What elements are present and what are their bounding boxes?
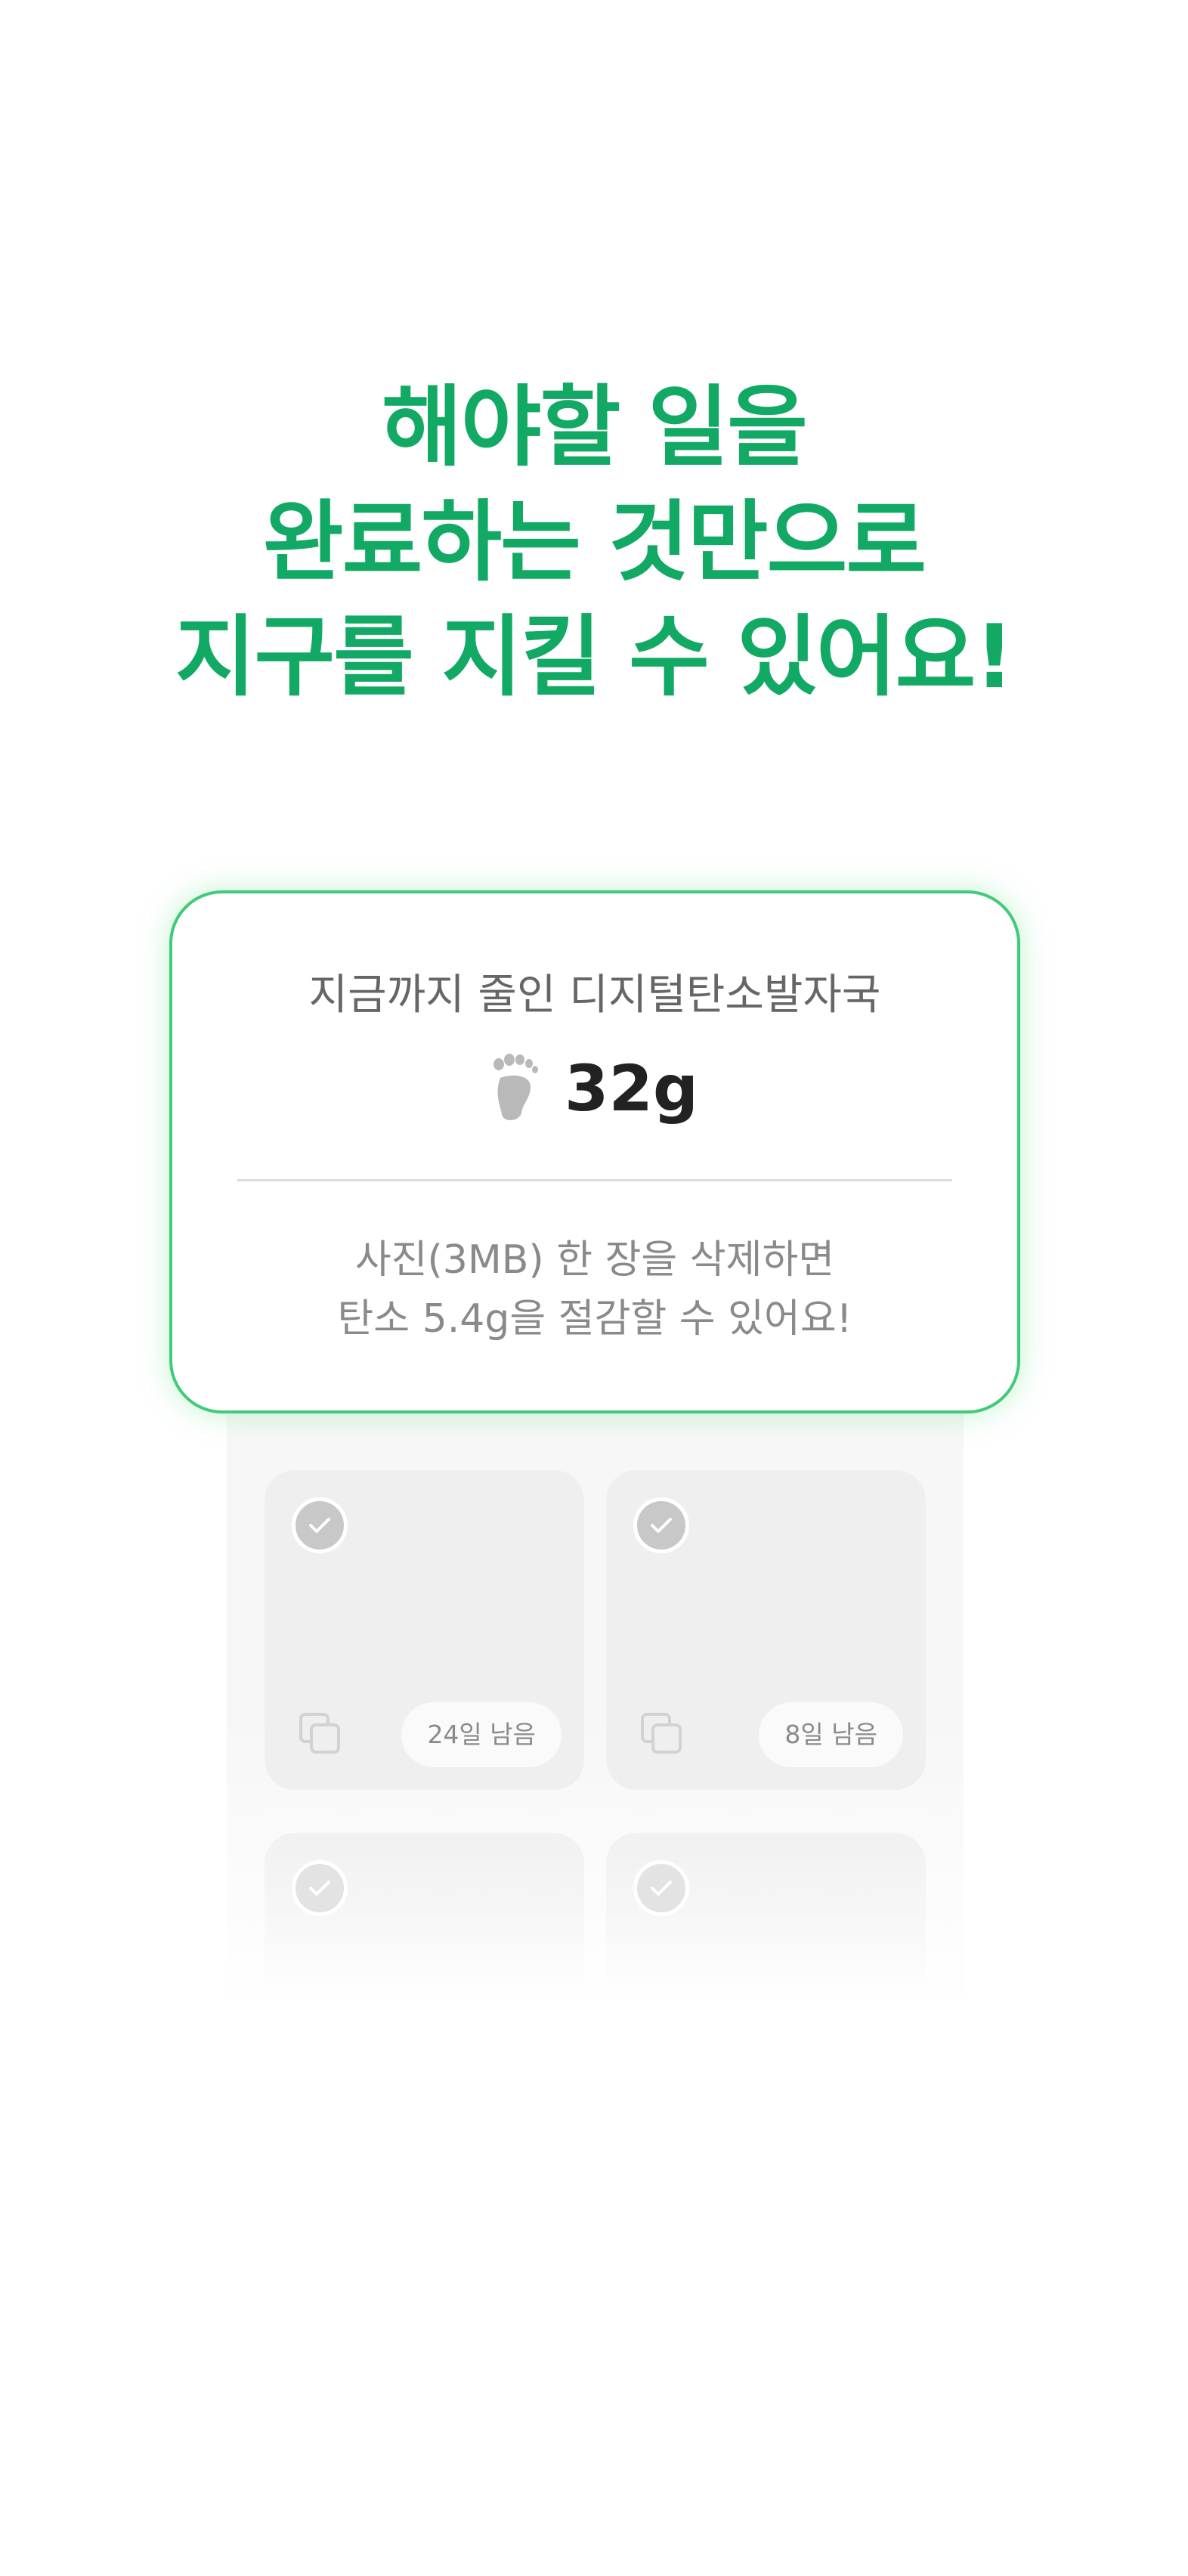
check-circle-icon[interactable] <box>633 1497 689 1553</box>
headline-line-1: 해야할 일을 <box>382 376 808 478</box>
copy-stack-icon <box>641 1713 682 1754</box>
carbon-stat: 32g <box>172 1051 1017 1134</box>
check-circle-icon[interactable] <box>292 1497 348 1553</box>
check-circle-icon <box>292 1860 348 1916</box>
carbon-savings-card: 지금까지 줄인 디지털탄소발자국 32g 사진(3MB) 한 장을 삭제하면 탄… <box>169 890 1020 1413</box>
photo-tile <box>265 1833 584 2011</box>
photo-tile[interactable]: 8일 남음 <box>606 1470 926 1790</box>
description-line-2: 탄소 5.4g을 절감할 수 있어요! <box>337 1296 852 1342</box>
photo-tile <box>606 1833 926 2011</box>
copy-stack-icon <box>299 1713 340 1754</box>
footprint-icon <box>493 1054 538 1121</box>
card-label: 지금까지 줄인 디지털탄소발자국 <box>308 971 881 1020</box>
divider <box>237 1179 952 1181</box>
photo-tile[interactable]: 24일 남음 <box>265 1470 584 1790</box>
description-line-1: 사진(3MB) 한 장을 삭제하면 <box>354 1237 835 1283</box>
photo-grid-preview: 24일 남음 8일 남음 <box>227 1376 964 2011</box>
days-left-badge: 8일 남음 <box>759 1702 903 1767</box>
carbon-value: 32g <box>565 1051 699 1125</box>
days-left-badge: 24일 남음 <box>401 1702 562 1767</box>
check-circle-icon <box>633 1860 689 1916</box>
headline-line-3: 지구를 지킬 수 있어요! <box>175 606 1015 708</box>
headline: 해야할 일을 완료하는 것만으로 지구를 지킬 수 있어요! <box>0 370 1188 715</box>
card-description: 사진(3MB) 한 장을 삭제하면 탄소 5.4g을 절감할 수 있어요! <box>172 1231 1017 1348</box>
headline-line-2: 완료하는 것만으로 <box>262 491 927 593</box>
